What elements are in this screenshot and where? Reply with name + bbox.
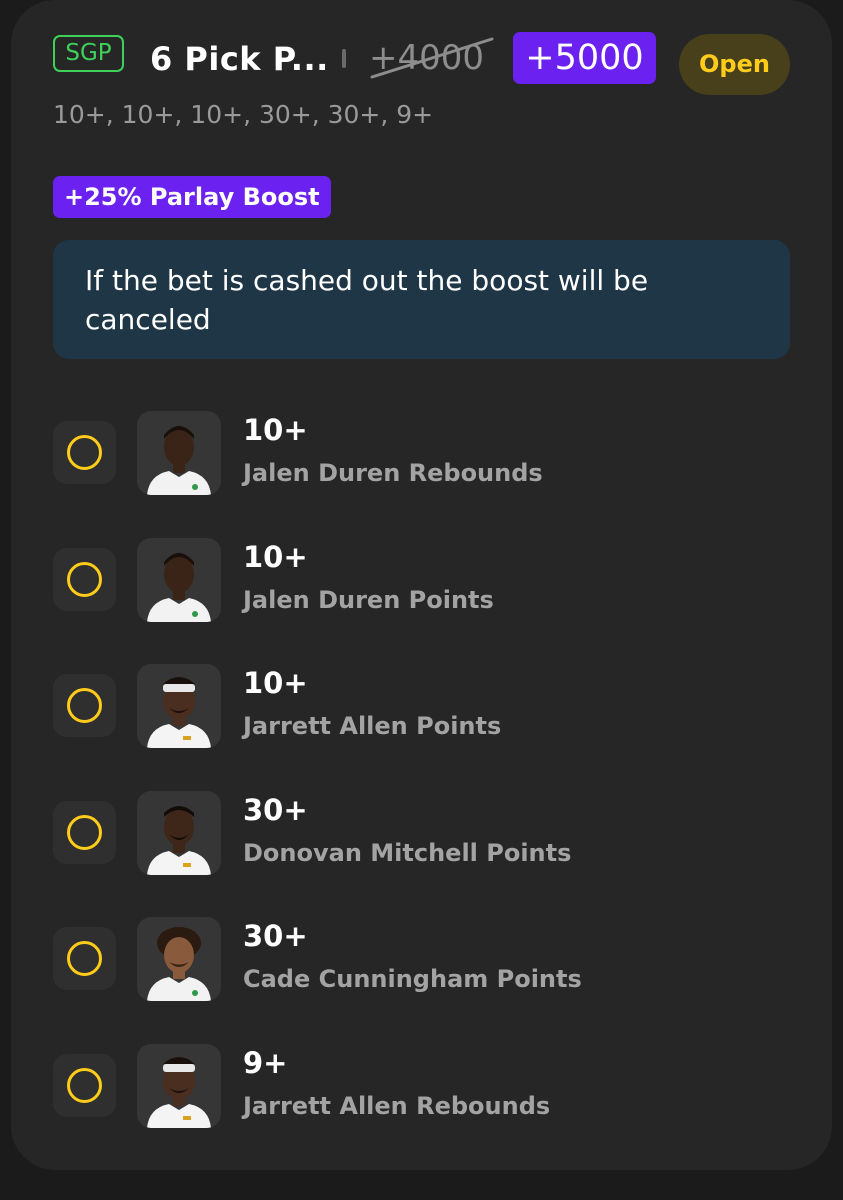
pending-circle-icon: [67, 562, 102, 597]
leg-description: Donovan Mitchell Points: [243, 839, 572, 867]
bet-title: 6 Pick P...: [150, 40, 329, 78]
status-badge: Open: [679, 34, 790, 95]
leg-line: 30+: [243, 919, 308, 953]
player-headshot-icon: [137, 1044, 221, 1128]
player-headshot-icon: [137, 411, 221, 495]
player-headshot-icon: [137, 917, 221, 1001]
leg-description: Jalen Duren Rebounds: [243, 459, 543, 487]
player-headshot-icon: [137, 664, 221, 748]
pending-circle-icon: [67, 941, 102, 976]
pending-circle-icon: [67, 1068, 102, 1103]
player-headshot-icon: [137, 791, 221, 875]
leg-row[interactable]: 10+ Jalen Duren Points: [53, 538, 790, 622]
leg-status-radio[interactable]: [53, 421, 116, 484]
leg-description: Jalen Duren Points: [243, 586, 494, 614]
boost-notice: If the bet is cashed out the boost will …: [53, 240, 790, 359]
sgp-badge: SGP: [53, 35, 124, 72]
leg-row[interactable]: 10+ Jarrett Allen Points: [53, 664, 790, 748]
header-divider: [342, 49, 346, 68]
leg-row[interactable]: 9+ Jarrett Allen Rebounds: [53, 1044, 790, 1128]
parlay-boost-badge: +25% Parlay Boost: [53, 176, 331, 218]
leg-line: 10+: [243, 540, 308, 574]
leg-line: 9+: [243, 1046, 288, 1080]
leg-description: Jarrett Allen Points: [243, 712, 502, 740]
original-odds: +4000: [369, 38, 485, 78]
leg-status-radio[interactable]: [53, 674, 116, 737]
leg-status-radio[interactable]: [53, 801, 116, 864]
leg-line: 10+: [243, 413, 308, 447]
leg-row[interactable]: 30+ Cade Cunningham Points: [53, 917, 790, 1001]
leg-row[interactable]: 30+ Donovan Mitchell Points: [53, 791, 790, 875]
leg-status-radio[interactable]: [53, 927, 116, 990]
bet-header: SGP 6 Pick P... +4000 +5000 Open: [53, 32, 790, 95]
player-headshot-icon: [137, 538, 221, 622]
pending-circle-icon: [67, 435, 102, 470]
leg-line: 10+: [243, 666, 308, 700]
pending-circle-icon: [67, 688, 102, 723]
leg-row[interactable]: 10+ Jalen Duren Rebounds: [53, 411, 790, 495]
leg-description: Jarrett Allen Rebounds: [243, 1092, 551, 1120]
legs-summary: 10+, 10+, 10+, 30+, 30+, 9+: [53, 100, 434, 129]
leg-description: Cade Cunningham Points: [243, 965, 582, 993]
boost-notice-text: If the bet is cashed out the boost will …: [85, 264, 649, 336]
leg-status-radio[interactable]: [53, 548, 116, 611]
leg-line: 30+: [243, 793, 308, 827]
boosted-odds-badge: +5000: [513, 32, 656, 84]
leg-status-radio[interactable]: [53, 1054, 116, 1117]
pending-circle-icon: [67, 815, 102, 850]
